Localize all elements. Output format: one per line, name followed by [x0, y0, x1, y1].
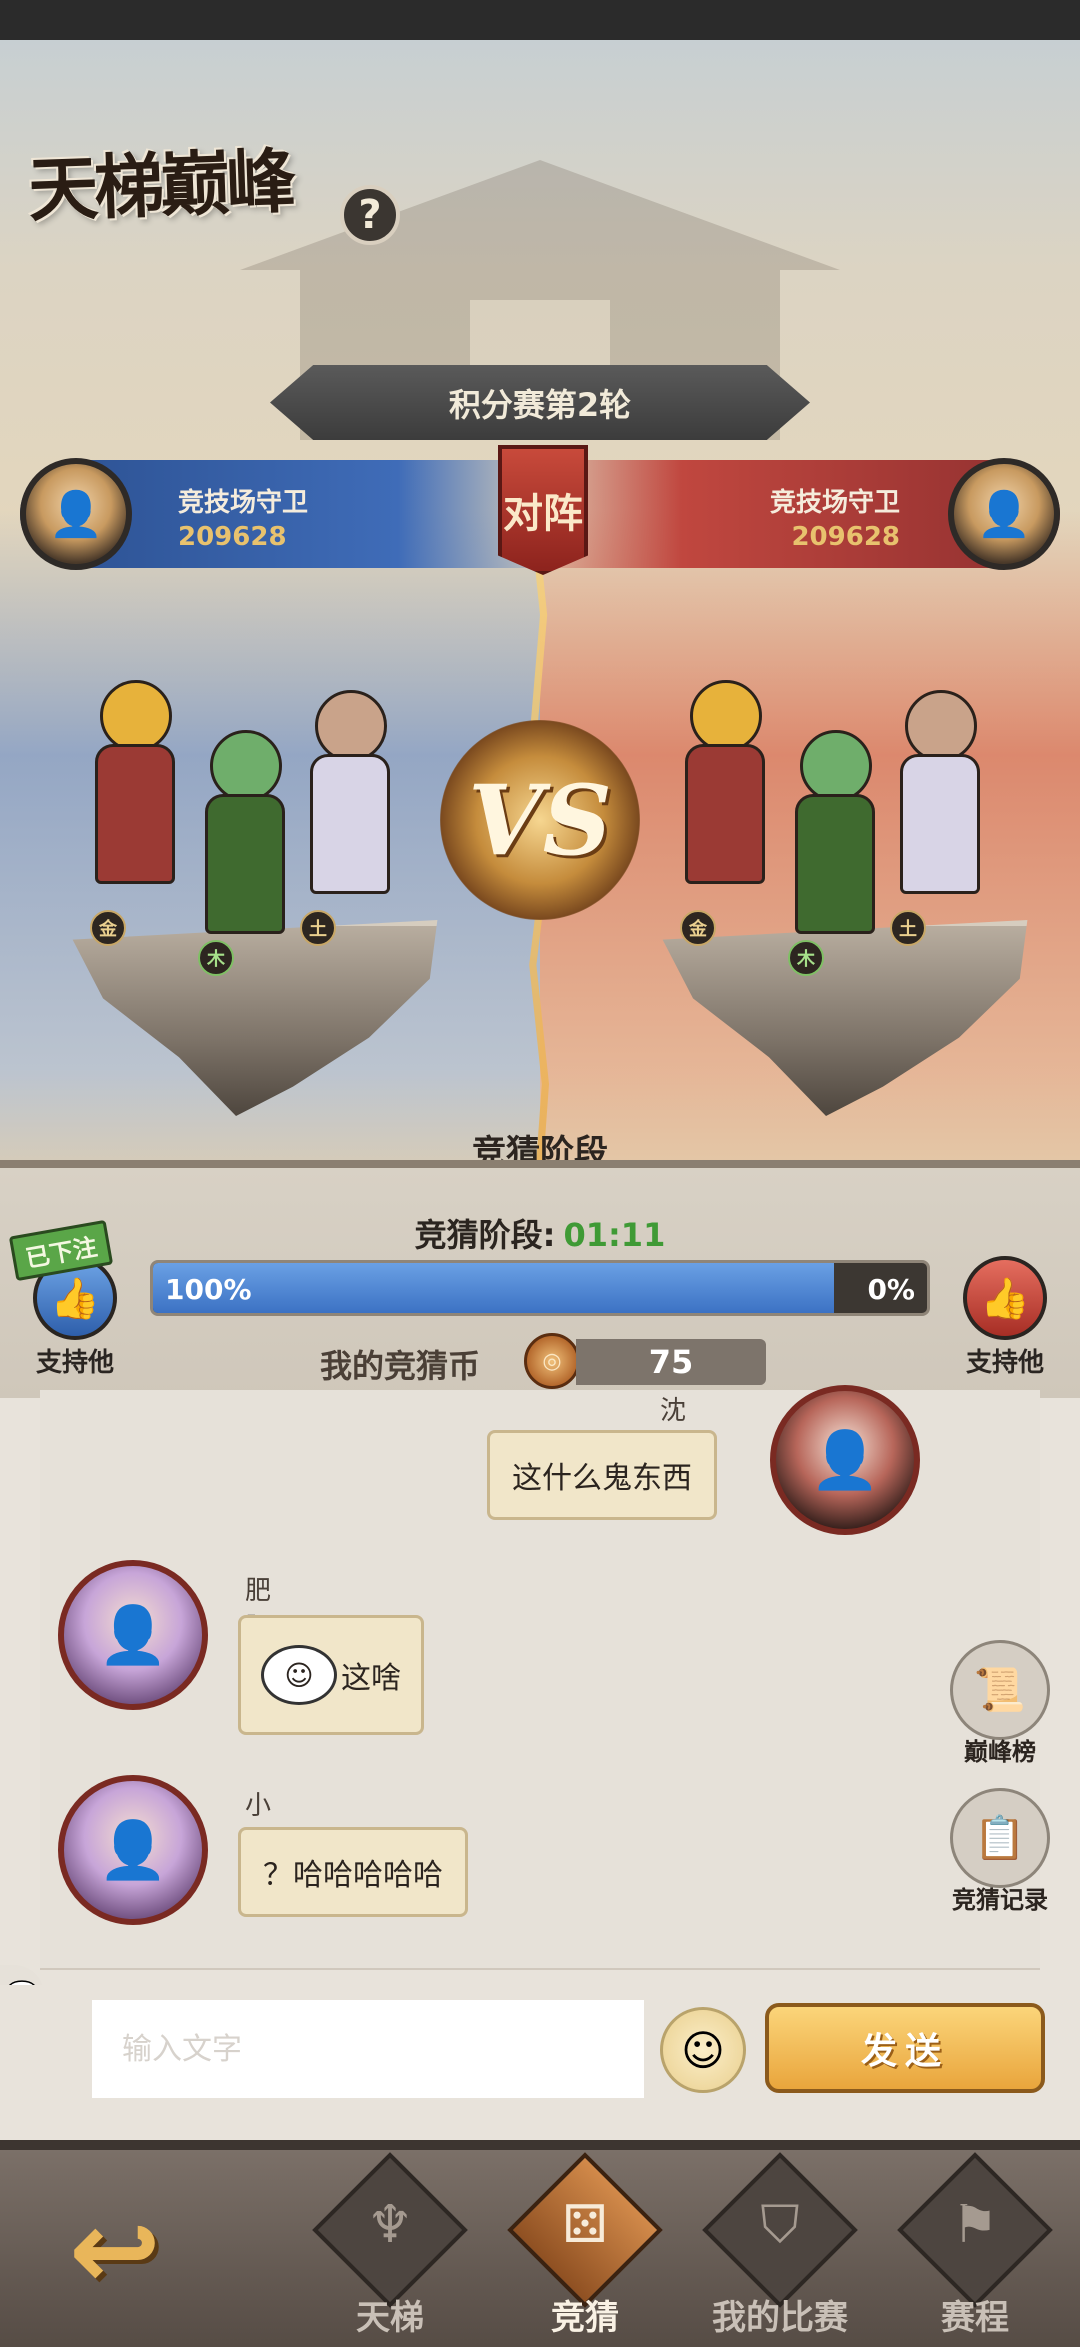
left-player-bar: 👤 竞技场守卫 209628 [20, 458, 560, 570]
chat-avatar[interactable]: 👤 [770, 1385, 920, 1535]
left-player-score: 209628 [178, 522, 287, 552]
left-player-avatar[interactable]: 👤 [20, 458, 132, 570]
chat-bubble: 这什么鬼东西 [487, 1430, 717, 1520]
arena-area: 天梯巅峰 ? 积分赛第2轮 👤 竞技场守卫 209628 👤 竞技场守卫 209… [0, 40, 1080, 1190]
chat-input-row: ☺ 发送 [0, 1985, 1080, 2135]
coin-label: 我的竞猜币 [320, 1347, 481, 1385]
guess-timer-row: 竞猜阶段: 01:11 [0, 1210, 1080, 1256]
tab-label: 赛程 [941, 2298, 1009, 2338]
right-percent: 0% [867, 1273, 915, 1306]
chat-bubble: ？哈哈哈哈哈 [238, 1827, 468, 1917]
right-player-bar: 👤 竞技场守卫 209628 [520, 458, 1060, 570]
scroll-icon: 📜 [950, 1640, 1050, 1740]
support-ratio-fill [153, 1263, 835, 1313]
vs-banner: 对阵 [498, 445, 588, 575]
tab-label: 我的比赛 [712, 2298, 848, 2338]
tab-label: 天梯 [356, 2298, 424, 2338]
coin-value: 75 [576, 1339, 766, 1385]
left-team-character-2 [200, 730, 290, 940]
ladder-emblem-icon: ♆ [366, 2195, 414, 2255]
right-player-score: 209628 [791, 522, 900, 552]
thumbs-up-icon[interactable]: 👍 [963, 1256, 1047, 1340]
element-badge-earth: 土 [890, 910, 926, 946]
bottom-nav: ↩ ♆ 天梯 ⚄ 竞猜 ⛉ 我的比赛 ⚑ 赛程 [0, 2140, 1080, 2347]
tab-guess[interactable]: ⚄ 竞猜 [500, 2150, 670, 2347]
tab-ladder[interactable]: ♆ 天梯 [305, 2150, 475, 2347]
guess-record-label: 竞猜记录 [952, 1886, 1048, 1914]
tab-my-matches[interactable]: ⛉ 我的比赛 [695, 2150, 865, 2347]
notebook-icon: 📋 [950, 1788, 1050, 1888]
vs-emblem: VS [440, 720, 640, 920]
coin-row: 我的竞猜币 ◎ 75 [0, 1333, 1080, 1389]
status-bar [0, 0, 1080, 40]
right-player-avatar[interactable]: 👤 [948, 458, 1060, 570]
chat-text: 这啥 [341, 1661, 401, 1696]
timer-label: 竞猜阶段: [414, 1216, 556, 1254]
divider [40, 1968, 1040, 1970]
element-badge-wood: 木 [788, 940, 824, 976]
left-player-name: 竞技场守卫 [178, 488, 309, 518]
element-badge-wood: 木 [198, 940, 234, 976]
page-title: 天梯巅峰 [26, 139, 294, 232]
shield-icon: ⛉ [760, 2195, 800, 2255]
left-team-character-3 [305, 690, 395, 900]
guess-panel: 竞猜阶段: 01:11 👍 支持他 已下注 100% 0% 👍 支持他 我的竞猜币… [0, 1160, 1080, 1398]
send-button[interactable]: 发送 [765, 2003, 1045, 2093]
question-mark-icon[interactable]: ? [340, 185, 400, 245]
dice-icon: ⚄ [562, 2195, 608, 2255]
chat-avatar[interactable]: 👤 [58, 1560, 208, 1710]
chat-avatar[interactable]: 👤 [58, 1775, 208, 1925]
tab-schedule[interactable]: ⚑ 赛程 [890, 2150, 1060, 2347]
back-arrow-icon[interactable]: ↩ [40, 2190, 190, 2310]
chat-area[interactable]: 沈君 这什么鬼东西 👤 👤 肥肥虾 ☺ 这啥 👤 小雾 ？哈哈哈哈哈 [40, 1385, 1040, 1970]
schedule-scroll-icon: ⚑ [951, 2195, 999, 2255]
peak-ranking-label: 巅峰榜 [964, 1738, 1036, 1766]
left-team-character-1 [90, 680, 180, 890]
left-percent: 100% [165, 1273, 252, 1306]
support-ratio-bar: 100% 0% [150, 1260, 930, 1316]
peak-ranking-button[interactable]: 📜 巅峰榜 [940, 1640, 1060, 1767]
right-team-character-2 [790, 730, 880, 940]
element-badge-metal: 金 [680, 910, 716, 946]
right-player-name: 竞技场守卫 [769, 488, 900, 518]
element-badge-earth: 土 [300, 910, 336, 946]
right-team-character-1 [680, 680, 770, 890]
guess-record-button[interactable]: 📋 竞猜记录 [940, 1788, 1060, 1915]
sweat-face-emoji-icon: ☺ [261, 1645, 337, 1705]
round-title: 积分赛第2轮 [270, 365, 810, 440]
tab-label: 竞猜 [551, 2298, 619, 2338]
emoji-icon[interactable]: ☺ [660, 2007, 746, 2093]
right-team-character-3 [895, 690, 985, 900]
coin-icon: ◎ [524, 1333, 580, 1389]
element-badge-metal: 金 [90, 910, 126, 946]
countdown-timer: 01:11 [563, 1216, 666, 1254]
chat-input[interactable] [92, 2000, 644, 2098]
chat-bubble: ☺ 这啥 [238, 1615, 424, 1735]
